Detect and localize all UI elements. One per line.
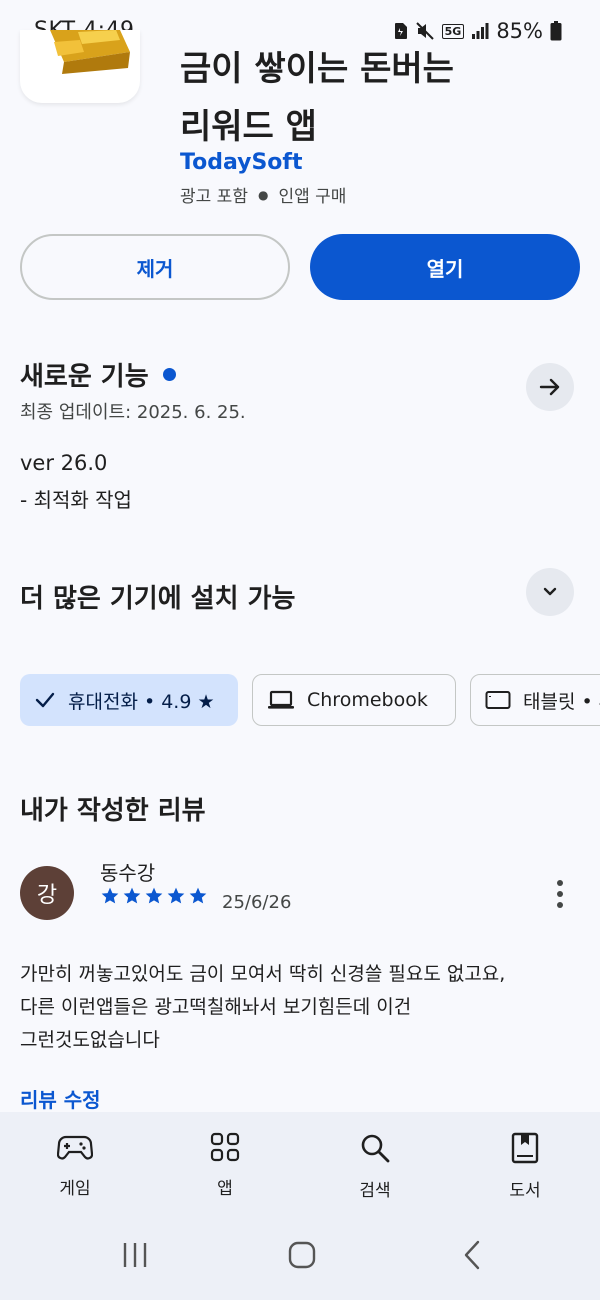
review-text-line3: 그런것도없습니다 <box>20 1029 160 1051</box>
star-icon <box>145 887 163 904</box>
network-type: 5G <box>441 23 465 39</box>
review-text-line1: 가만히 꺼놓고있어도 금이 모여서 딱히 신경쓸 필요도 없고요, <box>20 963 506 985</box>
nav-label-books: 도서 <box>509 1181 541 1201</box>
more-options-icon[interactable] <box>546 876 574 912</box>
nav-item-apps[interactable]: 앱 <box>150 1112 300 1222</box>
tablet-icon <box>485 691 511 709</box>
review-text-line2: 다른 이런앱들은 광고떡칠해놔서 보기힘든데 이건 <box>20 996 412 1018</box>
nav-label-search: 검색 <box>359 1181 391 1201</box>
arrow-right-icon <box>539 378 560 396</box>
review-text: 가만히 꺼놓고있어도 금이 모여서 딱히 신경쓸 필요도 없고요, 다른 이런앱… <box>20 958 580 1057</box>
contains-ads-label: 광고 포함 <box>180 187 248 207</box>
star-rating <box>100 886 208 906</box>
device-chip-phone-label: 휴대전화 • 4.9 ★ <box>68 690 215 713</box>
nav-item-games[interactable]: 게임 <box>0 1112 150 1222</box>
last-updated: 최종 업데이트: 2025. 6. 25. <box>20 402 246 423</box>
whats-new-title: 새로운 기능 <box>20 362 149 392</box>
app-icon <box>20 30 140 103</box>
device-chip-phone[interactable]: 휴대전화 • 4.9 ★ <box>20 674 238 726</box>
edit-review-link[interactable]: 리뷰 수정 <box>20 1084 101 1113</box>
meta-separator: ● <box>257 187 269 202</box>
check-icon <box>35 692 55 708</box>
gold-bars-icon <box>50 30 130 74</box>
in-app-purchase-label: 인앱 구매 <box>278 187 347 207</box>
star-icon <box>189 887 207 904</box>
gamepad-icon <box>57 1135 93 1160</box>
avatar: 강 <box>20 866 74 920</box>
new-indicator-dot <box>162 368 176 381</box>
devices-expand-button[interactable] <box>526 568 574 616</box>
laptop-icon <box>268 690 294 709</box>
nav-label-apps: 앱 <box>217 1179 233 1199</box>
change-note: - 최적화 작업 <box>20 488 132 512</box>
battery-percent: 85% <box>496 19 543 43</box>
battery-icon <box>550 21 562 41</box>
device-chip-tablet[interactable]: 태블릿 • 4 <box>470 674 600 726</box>
review-date: 25/6/26 <box>222 892 292 913</box>
devices-title: 더 많은 기기에 설치 가능 <box>20 584 296 614</box>
app-title-line1: 금이 쌓이는 돈버는 <box>180 49 454 89</box>
recents-icon[interactable] <box>120 1240 150 1270</box>
sim-card-icon <box>394 23 407 39</box>
nav-item-search[interactable]: 검색 <box>300 1112 450 1222</box>
uninstall-button[interactable]: 제거 <box>20 234 290 300</box>
signal-icon <box>472 23 489 39</box>
home-icon[interactable] <box>287 1240 317 1270</box>
book-icon <box>511 1132 539 1164</box>
developer-link[interactable]: TodaySoft <box>180 150 303 175</box>
star-icon <box>167 887 185 904</box>
search-icon <box>361 1134 390 1163</box>
mute-icon <box>415 22 434 40</box>
my-review-title: 내가 작성한 리뷰 <box>20 796 206 826</box>
whats-new-header[interactable]: 새로운 기능 <box>20 356 176 393</box>
back-icon[interactable] <box>458 1240 488 1270</box>
apps-grid-icon <box>210 1132 240 1162</box>
device-chip-tablet-label: 태블릿 • 4 <box>523 690 600 713</box>
system-navigation-bar <box>0 1222 600 1300</box>
version-text: ver 26.0 <box>20 451 108 475</box>
whats-new-arrow-button[interactable] <box>526 363 574 411</box>
app-meta: 광고 포함 ● 인앱 구매 <box>180 182 346 207</box>
chevron-down-icon <box>543 587 557 596</box>
app-title-line2: 리워드 앱 <box>180 107 317 147</box>
device-chip-chromebook-label: Chromebook <box>307 689 428 711</box>
app-title: 금이 쌓이는 돈버는 리워드 앱 <box>180 40 454 156</box>
reviewer-name: 동수강 <box>100 861 156 885</box>
star-icon <box>101 887 119 904</box>
nav-label-games: 게임 <box>59 1179 91 1199</box>
device-chip-chromebook[interactable]: Chromebook <box>252 674 456 726</box>
open-button[interactable]: 열기 <box>310 234 580 300</box>
bottom-navigation: 게임 앱 검색 도서 <box>0 1112 600 1222</box>
star-icon <box>123 887 141 904</box>
nav-item-books[interactable]: 도서 <box>450 1112 600 1222</box>
